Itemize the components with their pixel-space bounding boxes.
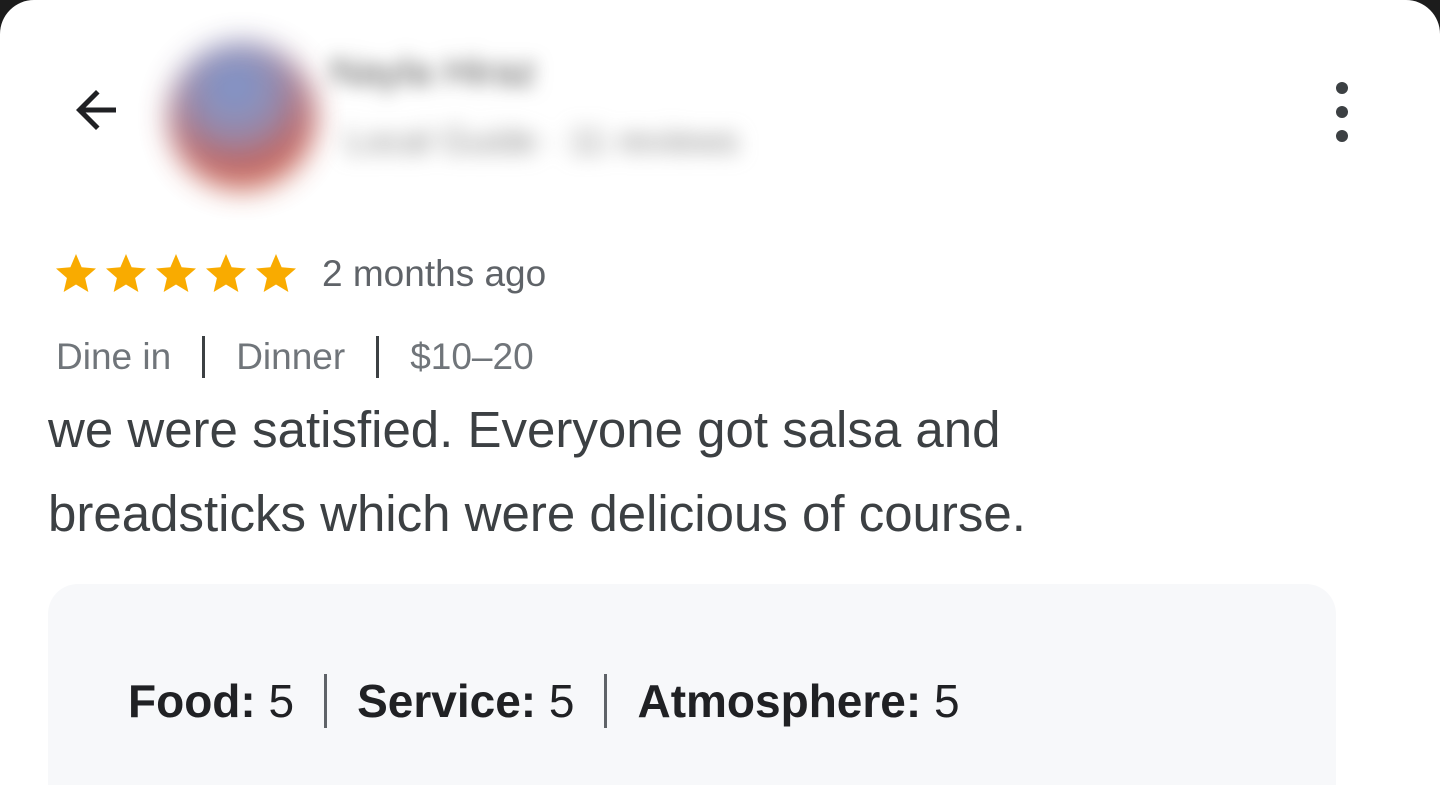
food-rating-value: 5 — [268, 675, 295, 727]
divider — [202, 336, 206, 378]
star-rating — [52, 250, 300, 298]
divider — [324, 674, 328, 728]
more-vert-icon — [1336, 82, 1348, 94]
reviewer-meta: Local Guide · 11 reviews — [345, 120, 739, 161]
review-text-line: we were satisfied. Everyone got salsa an… — [48, 401, 1001, 458]
tag-service-type: Dine in — [56, 336, 172, 377]
service-rating-label: Service: — [357, 675, 537, 727]
avatar[interactable] — [168, 42, 316, 190]
visit-tags: Dine in Dinner $10–20 — [56, 334, 534, 380]
tag-meal-type: Dinner — [236, 336, 346, 377]
sub-ratings: Food: 5 Service: 5 Atmosphere: 5 — [128, 674, 960, 728]
divider — [376, 336, 380, 378]
service-rating-value: 5 — [548, 675, 575, 727]
star-icon — [56, 254, 96, 292]
star-icon — [156, 254, 196, 292]
review-time: 2 months ago — [322, 253, 547, 294]
atmosphere-rating-label: Atmosphere: — [637, 675, 922, 727]
star-icon — [256, 254, 296, 292]
tag-price-per-person: $10–20 — [410, 336, 534, 377]
back-button[interactable] — [58, 72, 134, 148]
divider — [604, 674, 608, 728]
star-icon — [206, 254, 246, 292]
atmosphere-rating-value: 5 — [933, 675, 960, 727]
star-icon — [106, 254, 146, 292]
review-detail-sheet: Nayla Hiraz Local Guide · 11 reviews 2 m… — [0, 0, 1440, 785]
review-header: Nayla Hiraz Local Guide · 11 reviews — [0, 0, 1440, 200]
arrow-left-icon — [76, 90, 116, 130]
review-text: we were satisfied. Everyone got salsa an… — [48, 388, 1268, 556]
sub-ratings-card: Food: 5 Service: 5 Atmosphere: 5 — [48, 584, 1336, 785]
rating-row: 2 months ago — [52, 248, 546, 300]
more-options-button[interactable] — [1318, 82, 1366, 142]
reviewer-name[interactable]: Nayla Hiraz — [330, 50, 537, 95]
review-text-line: breadsticks which were delicious of cour… — [48, 485, 1026, 542]
food-rating-label: Food: — [128, 675, 256, 727]
